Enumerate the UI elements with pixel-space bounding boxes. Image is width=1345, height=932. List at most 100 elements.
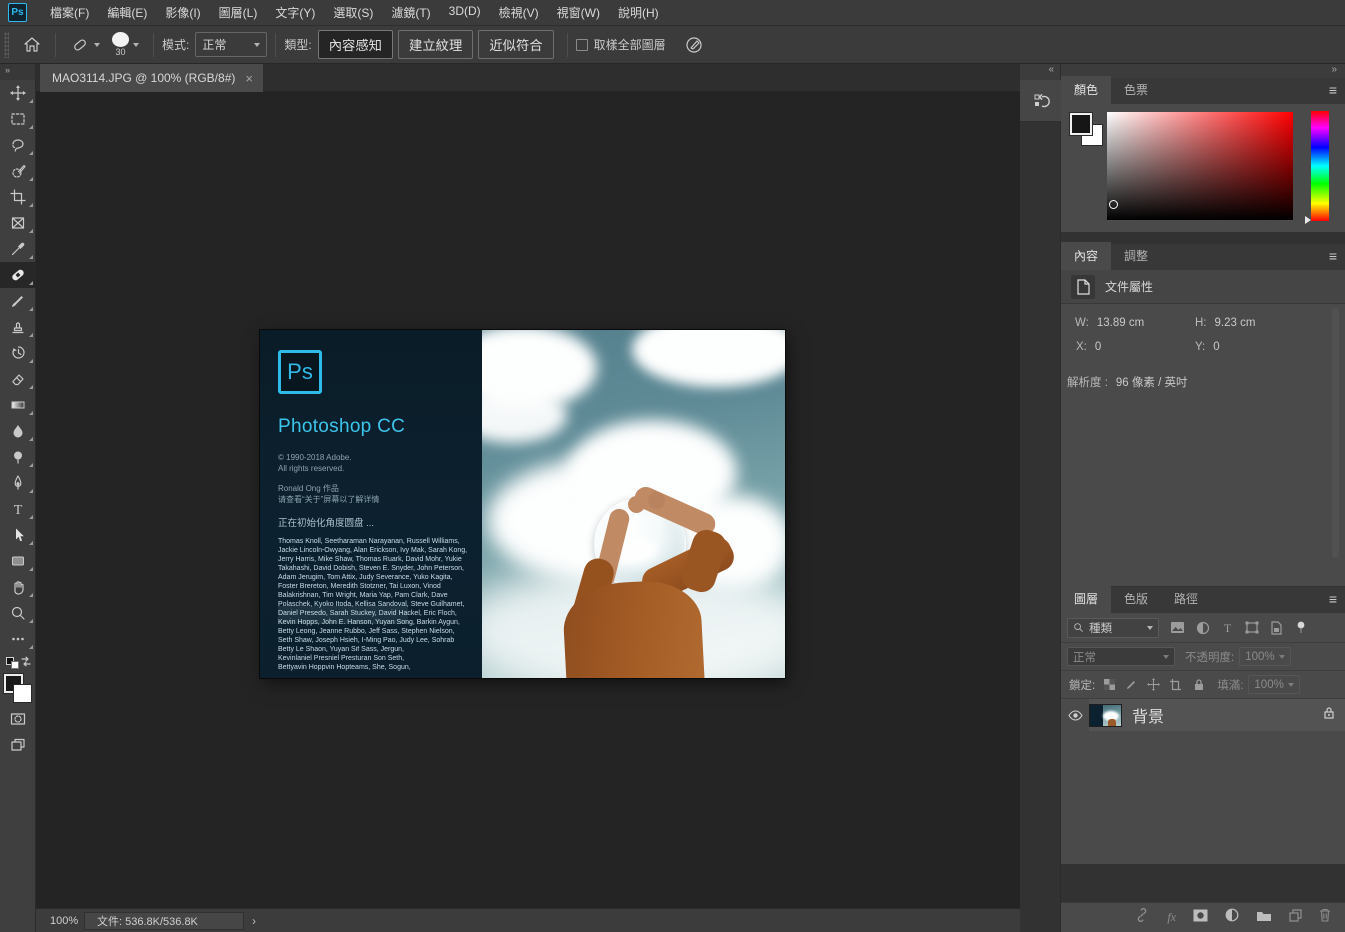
brush-tool[interactable]: [0, 288, 36, 314]
tab-paths[interactable]: 路徑: [1161, 585, 1211, 613]
type-tool[interactable]: T: [0, 496, 36, 522]
spot-healing-brush-tool[interactable]: [0, 262, 36, 288]
marquee-tool[interactable]: [0, 106, 36, 132]
layer-name[interactable]: 背景: [1132, 703, 1164, 727]
history-panel-icon[interactable]: [1020, 80, 1061, 122]
crop-tool[interactable]: [0, 184, 36, 210]
tab-properties[interactable]: 內容: [1061, 242, 1111, 270]
delete-layer-icon[interactable]: [1319, 908, 1331, 927]
filter-pixel-layers-icon[interactable]: [1170, 621, 1185, 634]
tab-swatches[interactable]: 色票: [1111, 76, 1161, 104]
layer-filter-kind-select[interactable]: 種類: [1067, 618, 1159, 638]
brush-size-picker[interactable]: 30: [112, 32, 139, 57]
menu-layer[interactable]: 圖層(L): [210, 0, 267, 25]
fill-input[interactable]: 100%: [1248, 675, 1300, 694]
add-layer-mask-icon[interactable]: [1193, 909, 1208, 927]
document-tab[interactable]: MAO3114.JPG @ 100% (RGB/8#) ×: [40, 64, 263, 92]
eraser-tool[interactable]: [0, 366, 36, 392]
zoom-level[interactable]: 100%: [50, 915, 84, 927]
menu-view[interactable]: 檢視(V): [490, 0, 548, 25]
screen-mode-button[interactable]: [0, 732, 36, 758]
tab-adjustments[interactable]: 調整: [1111, 242, 1161, 270]
scrollbar[interactable]: [1332, 308, 1339, 558]
path-selection-tool[interactable]: [0, 522, 36, 548]
pen-tool[interactable]: [0, 470, 36, 496]
hand-tool[interactable]: [0, 574, 36, 600]
home-button[interactable]: [23, 36, 41, 54]
link-layers-icon[interactable]: [1134, 908, 1150, 927]
hue-slider-pointer[interactable]: [1305, 216, 1311, 224]
layer-visibility-eye-icon[interactable]: [1061, 710, 1089, 721]
menu-file[interactable]: 檔案(F): [41, 0, 98, 25]
tab-layers[interactable]: 圖層: [1061, 585, 1111, 613]
menu-help[interactable]: 說明(H): [609, 0, 668, 25]
tool-preset-button[interactable]: [70, 35, 100, 55]
edit-toolbar-button[interactable]: [0, 626, 36, 652]
filter-adjustment-layers-icon[interactable]: [1196, 621, 1210, 635]
blur-tool[interactable]: [0, 418, 36, 444]
new-group-icon[interactable]: [1256, 909, 1272, 927]
filter-type-layers-icon[interactable]: T: [1221, 621, 1234, 634]
mode-select[interactable]: 正常: [195, 32, 267, 57]
type-content-aware-button[interactable]: 內容感知: [318, 30, 393, 59]
close-tab-icon[interactable]: ×: [245, 71, 253, 86]
lock-artboard-icon[interactable]: [1169, 678, 1182, 691]
lock-all-icon[interactable]: [1193, 678, 1205, 691]
lock-image-pixels-icon[interactable]: [1125, 678, 1138, 691]
tab-color[interactable]: 顏色: [1061, 76, 1111, 104]
filter-smart-objects-icon[interactable]: [1270, 621, 1283, 635]
blend-mode-select[interactable]: 正常: [1067, 647, 1175, 666]
panel-menu-icon[interactable]: ≡: [1329, 592, 1337, 606]
quick-selection-tool[interactable]: [0, 158, 36, 184]
photoshop-app-icon[interactable]: Ps: [8, 3, 27, 22]
history-brush-tool[interactable]: [0, 340, 36, 366]
default-and-swap-colors[interactable]: [0, 652, 36, 672]
panel-menu-icon[interactable]: ≡: [1329, 249, 1337, 263]
pressure-size-button[interactable]: [684, 35, 704, 55]
menu-filter[interactable]: 濾鏡(T): [382, 0, 439, 25]
move-tool[interactable]: [0, 80, 36, 106]
foreground-color-swatch[interactable]: [1070, 113, 1092, 135]
menu-3d[interactable]: 3D(D): [440, 0, 490, 25]
gradient-tool[interactable]: [0, 392, 36, 418]
background-color-swatch[interactable]: [13, 684, 32, 703]
menu-select[interactable]: 選取(S): [324, 0, 382, 25]
sample-all-layers-checkbox[interactable]: [576, 39, 588, 51]
eyedropper-tool[interactable]: [0, 236, 36, 262]
layer-effects-icon[interactable]: fx: [1167, 910, 1176, 925]
lock-transparent-pixels-icon[interactable]: [1103, 678, 1116, 691]
layer-lock-icon[interactable]: [1323, 706, 1335, 724]
tab-channels[interactable]: 色版: [1111, 585, 1161, 613]
dock-collapse-button[interactable]: «: [1020, 64, 1060, 80]
clone-stamp-tool[interactable]: [0, 314, 36, 340]
type-proximity-match-button[interactable]: 近似符合: [478, 30, 553, 59]
zoom-tool[interactable]: [0, 600, 36, 626]
lasso-tool[interactable]: [0, 132, 36, 158]
status-expand-icon[interactable]: ›: [252, 914, 256, 928]
layer-row-background[interactable]: 背景: [1061, 699, 1345, 731]
canvas[interactable]: Ps Photoshop CC © 1990-2018 Adobe. All r…: [36, 92, 1020, 908]
panel-menu-icon[interactable]: ≡: [1329, 83, 1337, 97]
menu-window[interactable]: 視窗(W): [548, 0, 609, 25]
new-layer-icon[interactable]: [1289, 909, 1302, 927]
lock-position-icon[interactable]: [1147, 678, 1160, 691]
shape-tool[interactable]: [0, 548, 36, 574]
filter-shape-layers-icon[interactable]: [1245, 621, 1259, 634]
layer-thumbnail[interactable]: [1089, 704, 1122, 727]
type-create-texture-button[interactable]: 建立紋理: [398, 30, 473, 59]
opacity-input[interactable]: 100%: [1239, 647, 1291, 666]
menu-edit[interactable]: 編輯(E): [98, 0, 156, 25]
color-picker-cursor[interactable]: [1109, 200, 1118, 209]
layer-filter-toggle[interactable]: [1296, 621, 1306, 635]
toolbar-collapse-button[interactable]: »: [0, 64, 35, 80]
menu-type[interactable]: 文字(Y): [266, 0, 324, 25]
file-info[interactable]: 文件: 536.8K/536.8K: [84, 912, 244, 930]
menu-image[interactable]: 影像(I): [156, 0, 209, 25]
foreground-background-swatches[interactable]: [0, 672, 36, 706]
new-adjustment-layer-icon[interactable]: [1225, 908, 1239, 927]
saturation-brightness-field[interactable]: [1107, 112, 1293, 220]
dodge-tool[interactable]: [0, 444, 36, 470]
quick-mask-button[interactable]: [0, 706, 36, 732]
frame-tool[interactable]: [0, 210, 36, 236]
hue-slider[interactable]: [1311, 111, 1329, 221]
